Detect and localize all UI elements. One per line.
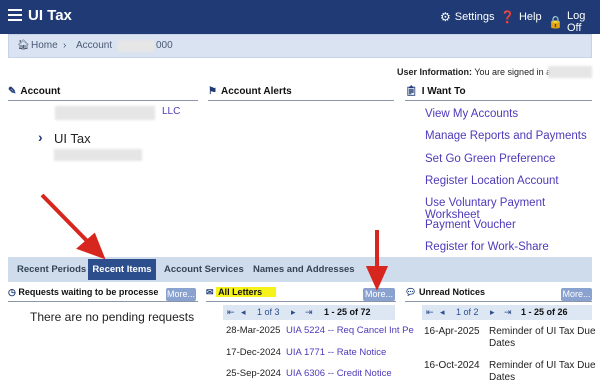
annotation-arrows	[40, 193, 389, 291]
annotation-arrow-recent-items	[40, 193, 106, 260]
annotation-arrow-letters-more	[365, 230, 389, 291]
